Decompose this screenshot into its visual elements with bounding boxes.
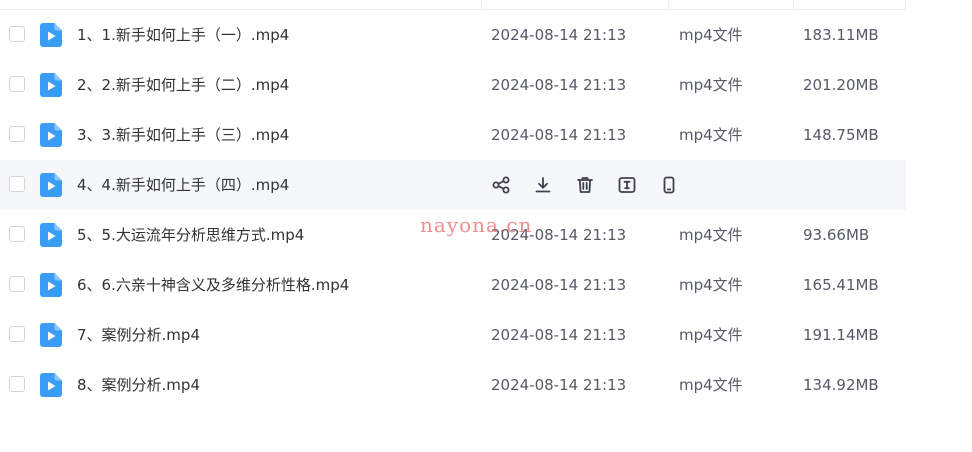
download-icon[interactable] bbox=[532, 174, 554, 196]
file-name[interactable]: 4、4.新手如何上手（四）.mp4 bbox=[77, 160, 289, 210]
file-size: 134.92MB bbox=[803, 376, 879, 394]
file-size: 183.11MB bbox=[803, 26, 879, 44]
video-file-icon bbox=[40, 73, 62, 97]
column-divider bbox=[905, 0, 906, 9]
video-file-icon bbox=[40, 123, 62, 147]
video-file-icon bbox=[40, 323, 62, 347]
file-size: 148.75MB bbox=[803, 126, 879, 144]
share-icon[interactable] bbox=[490, 174, 512, 196]
file-name[interactable]: 6、6.六亲十神含义及多维分析性格.mp4 bbox=[77, 260, 349, 310]
row-checkbox[interactable] bbox=[9, 76, 25, 92]
file-row[interactable]: 2、2.新手如何上手（二）.mp4 2024-08-14 21:13 mp4文件… bbox=[0, 60, 906, 110]
file-type: mp4文件 bbox=[679, 76, 743, 94]
file-date: 2024-08-14 21:13 bbox=[491, 376, 627, 394]
file-name[interactable]: 1、1.新手如何上手（一）.mp4 bbox=[77, 10, 289, 60]
video-file-icon bbox=[40, 223, 62, 247]
file-size: 93.66MB bbox=[803, 226, 870, 244]
column-divider bbox=[793, 0, 794, 9]
file-size: 191.14MB bbox=[803, 326, 879, 344]
rename-icon[interactable] bbox=[616, 174, 638, 196]
file-date: 2024-08-14 21:13 bbox=[491, 26, 627, 44]
column-header-strip bbox=[0, 0, 906, 10]
file-type: mp4文件 bbox=[679, 376, 743, 394]
file-date: 2024-08-14 21:13 bbox=[491, 126, 627, 144]
phone-icon[interactable] bbox=[658, 174, 680, 196]
file-date: 2024-08-14 21:13 bbox=[491, 326, 627, 344]
file-row[interactable]: 1、1.新手如何上手（一）.mp4 2024-08-14 21:13 mp4文件… bbox=[0, 10, 906, 60]
column-divider bbox=[481, 0, 482, 9]
row-checkbox[interactable] bbox=[9, 326, 25, 342]
row-checkbox[interactable] bbox=[9, 276, 25, 292]
row-checkbox[interactable] bbox=[9, 176, 25, 192]
file-list: 1、1.新手如何上手（一）.mp4 2024-08-14 21:13 mp4文件… bbox=[0, 10, 906, 410]
file-type: mp4文件 bbox=[679, 126, 743, 144]
row-checkbox[interactable] bbox=[9, 126, 25, 142]
file-name[interactable]: 2、2.新手如何上手（二）.mp4 bbox=[77, 60, 289, 110]
file-row[interactable]: 8、案例分析.mp4 2024-08-14 21:13 mp4文件 134.92… bbox=[0, 360, 906, 410]
file-row[interactable]: 3、3.新手如何上手（三）.mp4 2024-08-14 21:13 mp4文件… bbox=[0, 110, 906, 160]
file-type: mp4文件 bbox=[679, 226, 743, 244]
row-checkbox[interactable] bbox=[9, 26, 25, 42]
file-date: 2024-08-14 21:13 bbox=[491, 76, 627, 94]
file-size: 201.20MB bbox=[803, 76, 879, 94]
row-checkbox[interactable] bbox=[9, 226, 25, 242]
file-size: 165.41MB bbox=[803, 276, 879, 294]
file-name[interactable]: 5、5.大运流年分析思维方式.mp4 bbox=[77, 210, 304, 260]
delete-icon[interactable] bbox=[574, 174, 596, 196]
file-row[interactable]: 7、案例分析.mp4 2024-08-14 21:13 mp4文件 191.14… bbox=[0, 310, 906, 360]
file-name[interactable]: 3、3.新手如何上手（三）.mp4 bbox=[77, 110, 289, 160]
column-divider bbox=[668, 0, 669, 9]
file-date: 2024-08-14 21:13 bbox=[491, 226, 627, 244]
file-row[interactable]: 5、5.大运流年分析思维方式.mp4 2024-08-14 21:13 mp4文… bbox=[0, 210, 906, 260]
video-file-icon bbox=[40, 273, 62, 297]
video-file-icon bbox=[40, 173, 62, 197]
video-file-icon bbox=[40, 373, 62, 397]
file-type: mp4文件 bbox=[679, 326, 743, 344]
file-type: mp4文件 bbox=[679, 276, 743, 294]
row-checkbox[interactable] bbox=[9, 376, 25, 392]
file-row-hovered[interactable]: 4、4.新手如何上手（四）.mp4 bbox=[0, 160, 906, 210]
file-type: mp4文件 bbox=[679, 26, 743, 44]
video-file-icon bbox=[40, 23, 62, 47]
file-name[interactable]: 7、案例分析.mp4 bbox=[77, 310, 200, 360]
file-date: 2024-08-14 21:13 bbox=[491, 276, 627, 294]
file-name[interactable]: 8、案例分析.mp4 bbox=[77, 360, 200, 410]
row-action-bar bbox=[490, 174, 680, 196]
file-row[interactable]: 6、6.六亲十神含义及多维分析性格.mp4 2024-08-14 21:13 m… bbox=[0, 260, 906, 310]
